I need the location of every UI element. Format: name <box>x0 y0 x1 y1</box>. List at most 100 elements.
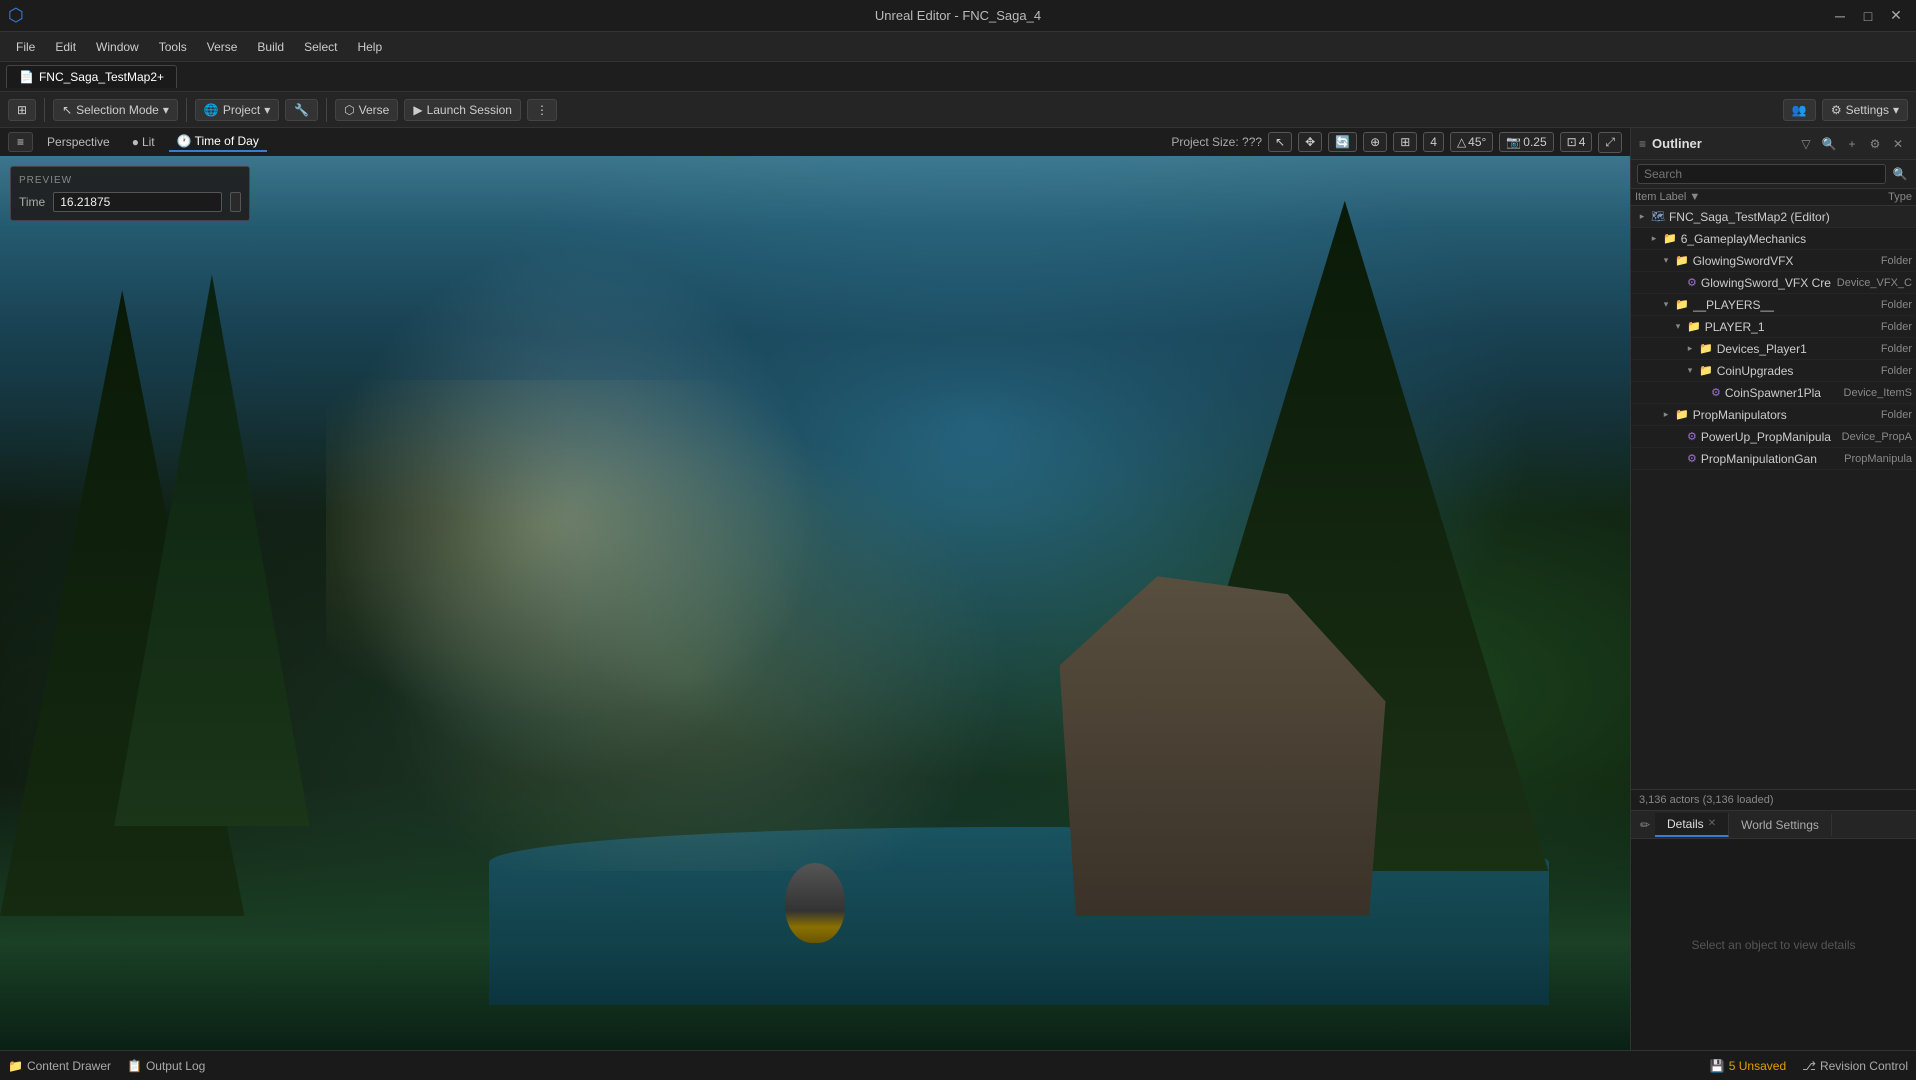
content-drawer-button[interactable]: 📁 Content Drawer <box>8 1059 111 1073</box>
tree-row[interactable]: ▾ 📁 CoinUpgrades Folder <box>1631 360 1916 382</box>
project-button[interactable]: 🌐 Project ▾ <box>195 99 279 121</box>
collab-button[interactable]: 👥 <box>1783 99 1816 121</box>
tree-row[interactable]: ▸ 🗺 FNC_Saga_TestMap2 (Editor) <box>1631 206 1916 228</box>
world-settings-tab[interactable]: World Settings <box>1729 814 1832 836</box>
verse-button[interactable]: ⬡ Verse <box>335 99 398 121</box>
content-drawer-label: Content Drawer <box>27 1059 111 1073</box>
settings-label: Settings <box>1846 103 1889 117</box>
menu-tools[interactable]: Tools <box>151 38 195 56</box>
clock-icon: 🕐 <box>177 134 192 148</box>
folder-icon: 📁 <box>1663 232 1677 245</box>
folder-icon: 📁 <box>1675 254 1689 267</box>
tree-row[interactable]: ▾ 📁 GlowingSwordVFX Folder <box>1631 250 1916 272</box>
expand-icon[interactable]: ▸ <box>1683 342 1697 356</box>
expand-icon[interactable]: ▸ <box>1659 408 1673 422</box>
tree-item-name: 6_GameplayMechanics <box>1681 232 1848 246</box>
angle-snap-button[interactable]: △ 45° <box>1450 132 1493 152</box>
menu-window[interactable]: Window <box>88 38 147 56</box>
restore-button[interactable]: □ <box>1856 4 1880 28</box>
revision-control-button[interactable]: ⎇ Revision Control <box>1802 1059 1908 1073</box>
camera-speed-button[interactable]: 📷 0.25 <box>1499 132 1553 152</box>
perspective-tab[interactable]: Perspective <box>39 133 118 151</box>
filter-button[interactable]: ▽ <box>1796 134 1816 154</box>
details-empty-message: Select an object to view details <box>1691 938 1855 952</box>
device-icon: ⚙ <box>1687 452 1697 465</box>
project-size-label: Project Size: ??? <box>1171 135 1262 149</box>
minimize-button[interactable]: ─ <box>1828 4 1852 28</box>
maximize-button[interactable]: ⤢ <box>1598 132 1622 153</box>
cursor-mode-button[interactable]: ↖ <box>1268 132 1292 152</box>
folder-icon: 📁 <box>1675 298 1689 311</box>
tree-row[interactable]: ▸ 📁 6_GameplayMechanics <box>1631 228 1916 250</box>
launch-session-button[interactable]: ▶ Launch Session <box>404 99 521 121</box>
search-icon-button[interactable]: 🔍 <box>1819 134 1839 154</box>
folder-icon: 📁 <box>1687 320 1701 333</box>
dragon-area <box>326 380 1060 872</box>
settings-button[interactable]: ⚙ Settings ▾ <box>1822 99 1908 121</box>
transform-button[interactable]: ✥ <box>1298 132 1322 152</box>
layout-button[interactable]: ⊞ <box>8 99 36 121</box>
menu-edit[interactable]: Edit <box>47 38 84 56</box>
expand-icon <box>1671 430 1685 444</box>
expand-icon[interactable]: ▾ <box>1659 254 1673 268</box>
tree-item-name: FNC_Saga_TestMap2 (Editor) <box>1669 210 1848 224</box>
expand-icon[interactable]: ▾ <box>1683 364 1697 378</box>
output-log-button[interactable]: 📋 Output Log <box>127 1059 205 1073</box>
tree-row[interactable]: ▸ 📁 PropManipulators Folder <box>1631 404 1916 426</box>
tree-row[interactable]: ▾ 📁 __PLAYERS__ Folder <box>1631 294 1916 316</box>
item-label-header[interactable]: Item Label ▼ <box>1635 191 1832 203</box>
color-picker-swatch[interactable] <box>230 192 241 212</box>
unsaved-indicator[interactable]: 💾 5 Unsaved <box>1710 1059 1786 1073</box>
expand-icon[interactable]: ▸ <box>1635 210 1649 224</box>
expand-icon[interactable]: ▸ <box>1647 232 1661 246</box>
menu-help[interactable]: Help <box>349 38 390 56</box>
type-header: Type <box>1832 191 1912 203</box>
time-value-input[interactable] <box>53 192 222 212</box>
fov-button[interactable]: ⊡ 4 <box>1560 132 1593 152</box>
device-icon: ⚙ <box>1711 386 1721 399</box>
tree-row[interactable]: ▾ 📁 PLAYER_1 Folder <box>1631 316 1916 338</box>
outliner-settings-button[interactable]: ⚙ <box>1865 134 1885 154</box>
tree-row[interactable]: ⚙ GlowingSword_VFX Cre Device_VFX_C <box>1631 272 1916 294</box>
surface-button[interactable]: ⊕ <box>1363 132 1387 152</box>
tool-button[interactable]: 🔧 <box>285 99 318 121</box>
tree-row[interactable]: ▸ 📁 Devices_Player1 Folder <box>1631 338 1916 360</box>
close-button[interactable]: ✕ <box>1884 4 1908 28</box>
settings-icon: ⚙ <box>1831 103 1842 117</box>
project-tab[interactable]: 📄 FNC_Saga_TestMap2+ <box>6 65 177 88</box>
add-outliner-button[interactable]: + <box>1842 134 1862 154</box>
window-title: Unreal Editor - FNC_Saga_4 <box>875 8 1041 23</box>
outliner-title: Outliner <box>1652 136 1702 151</box>
outliner-search-input[interactable] <box>1637 164 1886 184</box>
grid-size-button[interactable]: 4 <box>1423 132 1444 152</box>
details-panel: ✏ Details ✕ World Settings Select an obj… <box>1631 810 1916 1050</box>
search-button[interactable]: 🔍 <box>1890 164 1910 184</box>
menu-select[interactable]: Select <box>296 38 345 56</box>
fov-value: 4 <box>1579 135 1586 149</box>
menu-file[interactable]: File <box>8 38 43 56</box>
details-close-icon[interactable]: ✕ <box>1708 818 1716 829</box>
snap-button[interactable]: 🔄 <box>1328 132 1357 152</box>
hamburger-button[interactable]: ≡ <box>8 132 33 152</box>
menu-verse[interactable]: Verse <box>199 38 246 56</box>
close-outliner-button[interactable]: ✕ <box>1888 134 1908 154</box>
selection-mode-button[interactable]: ↖ Selection Mode ▾ <box>53 99 178 121</box>
lit-tab[interactable]: ● Lit <box>124 133 163 151</box>
more-options-button[interactable]: ⋮ <box>527 99 557 121</box>
time-of-day-tab[interactable]: 🕐 Time of Day <box>169 132 267 152</box>
toolbar-separator-2 <box>186 98 187 122</box>
grid-snap-button[interactable]: ⊞ <box>1393 132 1417 152</box>
tree-item-type: Folder <box>1852 409 1912 421</box>
menu-bar: File Edit Window Tools Verse Build Selec… <box>0 32 1916 62</box>
title-bar: ⬡ Unreal Editor - FNC_Saga_4 ─ □ ✕ <box>0 0 1916 32</box>
expand-icon[interactable]: ▾ <box>1659 298 1673 312</box>
expand-icon[interactable]: ▾ <box>1671 320 1685 334</box>
tree-row[interactable]: ⚙ PropManipulationGan PropManipula <box>1631 448 1916 470</box>
details-tab[interactable]: Details ✕ <box>1655 813 1729 837</box>
menu-build[interactable]: Build <box>249 38 292 56</box>
tree-row[interactable]: ⚙ CoinSpawner1Pla Device_ItemS <box>1631 382 1916 404</box>
lit-label: Lit <box>142 135 155 149</box>
tree-row[interactable]: ⚙ PowerUp_PropManipula Device_PropA <box>1631 426 1916 448</box>
world-settings-label: World Settings <box>1741 818 1819 832</box>
tree-item-name: Devices_Player1 <box>1717 342 1848 356</box>
